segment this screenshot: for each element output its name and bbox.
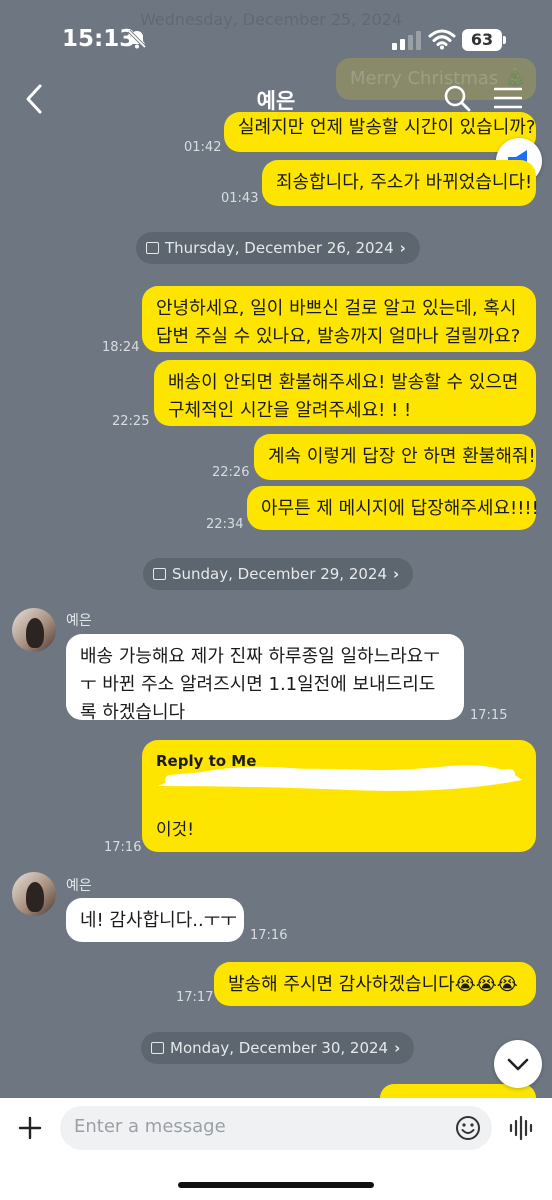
message-bubble-reply[interactable]: Reply to Me 이것! xyxy=(142,740,536,852)
menu-icon[interactable] xyxy=(494,86,522,110)
emoji-icon[interactable] xyxy=(454,1114,482,1142)
chevron-right-icon: › xyxy=(394,1039,401,1057)
message-time: 01:43 xyxy=(221,191,259,206)
message-bubble-sent[interactable]: 발송해 주시면 감사하겠습니다😭😭😭 xyxy=(214,962,536,1006)
ghost-date-label: Wednesday, December 25, 2024 xyxy=(140,10,403,29)
message-input-placeholder: Enter a message xyxy=(74,1116,226,1137)
message-text: 네! 감사합니다..ㅜㅜ xyxy=(80,910,237,931)
message-time: 17:15 xyxy=(470,708,508,723)
message-time: 01:42 xyxy=(184,140,222,155)
message-text: 죄송합니다, 주소가 바뀌었습니다! xyxy=(276,172,533,193)
voice-icon[interactable] xyxy=(507,1114,535,1142)
message-time: 22:34 xyxy=(206,517,244,532)
wifi-icon xyxy=(428,29,456,50)
date-divider[interactable]: Sunday, December 29, 2024 › xyxy=(143,558,414,590)
message-bubble-sent[interactable]: 아무튼 제 메시지에 답장해주세요!!!! xyxy=(247,486,539,530)
message-bubble-sent[interactable]: 계속 이렇게 답장 안 하면 환불해줘! xyxy=(254,434,536,480)
message-text: 배송이 안되면 환불해주세요! 발송할 수 있으면 구체적인 시간을 알려주세요… xyxy=(168,372,519,421)
scroll-down-button[interactable] xyxy=(494,1040,542,1088)
calendar-icon xyxy=(151,1042,164,1054)
message-text: 실례지만 언제 발송할 시간이 있습니까? xyxy=(238,117,536,138)
message-bubble-sent[interactable]: 배송이 안되면 환불해주세요! 발송할 수 있으면 구체적인 시간을 알려주세요… xyxy=(154,360,536,426)
message-time: 22:25 xyxy=(112,414,150,429)
avatar[interactable] xyxy=(12,872,56,916)
search-icon[interactable] xyxy=(443,84,471,112)
chevron-right-icon: › xyxy=(393,565,400,583)
message-time: 17:16 xyxy=(250,928,288,943)
calendar-icon xyxy=(153,568,166,580)
message-bubble-received[interactable]: 배송 가능해요 제가 진짜 하루종일 일하느라요ㅜㅜ 바뀐 주소 알려즈시면 1… xyxy=(66,634,464,723)
date-divider[interactable]: Thursday, December 26, 2024 › xyxy=(136,232,420,264)
bell-off-icon xyxy=(127,29,147,49)
battery-indicator: 63 xyxy=(462,29,502,51)
message-text: 아무튼 제 메시지에 답장해주세요!!!! xyxy=(261,498,539,519)
date-divider[interactable]: Monday, December 30, 2024 › xyxy=(141,1032,415,1064)
calendar-icon xyxy=(146,242,159,254)
message-bubble-received[interactable]: 네! 감사합니다..ㅜㅜ xyxy=(66,898,244,942)
home-indicator xyxy=(178,1182,374,1188)
message-time: 22:26 xyxy=(212,465,250,480)
message-text: 안녕하세요, 일이 바쁘신 걸로 알고 있는데, 혹시 답변 주실 수 있나요,… xyxy=(156,298,521,347)
date-label: Monday, December 30, 2024 xyxy=(170,1039,389,1057)
message-text: 발송해 주시면 감사하겠습니다😭😭😭 xyxy=(228,974,518,995)
date-label: Sunday, December 29, 2024 xyxy=(172,565,388,583)
message-text: 이것! xyxy=(156,820,195,840)
message-bubble-sent[interactable]: 실례지만 언제 발송할 시간이 있습니까? xyxy=(224,112,536,152)
message-bubble-sent[interactable]: 안녕하세요, 일이 바쁘신 걸로 알고 있는데, 혹시 답변 주실 수 있나요,… xyxy=(142,286,536,352)
message-time: 17:17 xyxy=(176,990,214,1005)
date-label: Thursday, December 26, 2024 xyxy=(165,239,394,257)
sender-name: 예은 xyxy=(66,613,92,629)
redaction-scribble xyxy=(158,765,522,791)
message-bubble-sent[interactable]: 죄송합니다, 주소가 바뀌었습니다! xyxy=(262,160,536,206)
message-text: 계속 이렇게 답장 안 하면 환불해줘! xyxy=(268,446,536,467)
plus-icon[interactable] xyxy=(14,1112,46,1144)
sender-name: 예은 xyxy=(66,878,92,894)
battery-tip xyxy=(503,36,506,44)
signal-icon xyxy=(392,31,421,50)
chevron-down-icon xyxy=(507,1058,529,1071)
message-text: 배송 가능해요 제가 진짜 하루종일 일하느라요ㅜㅜ 바뀐 주소 알려즈시면 1… xyxy=(80,646,440,723)
chevron-right-icon: › xyxy=(399,239,406,257)
status-time: 15:13 xyxy=(62,26,136,52)
message-time: 17:16 xyxy=(104,840,142,855)
avatar[interactable] xyxy=(12,608,56,652)
message-time: 18:24 xyxy=(102,340,140,355)
